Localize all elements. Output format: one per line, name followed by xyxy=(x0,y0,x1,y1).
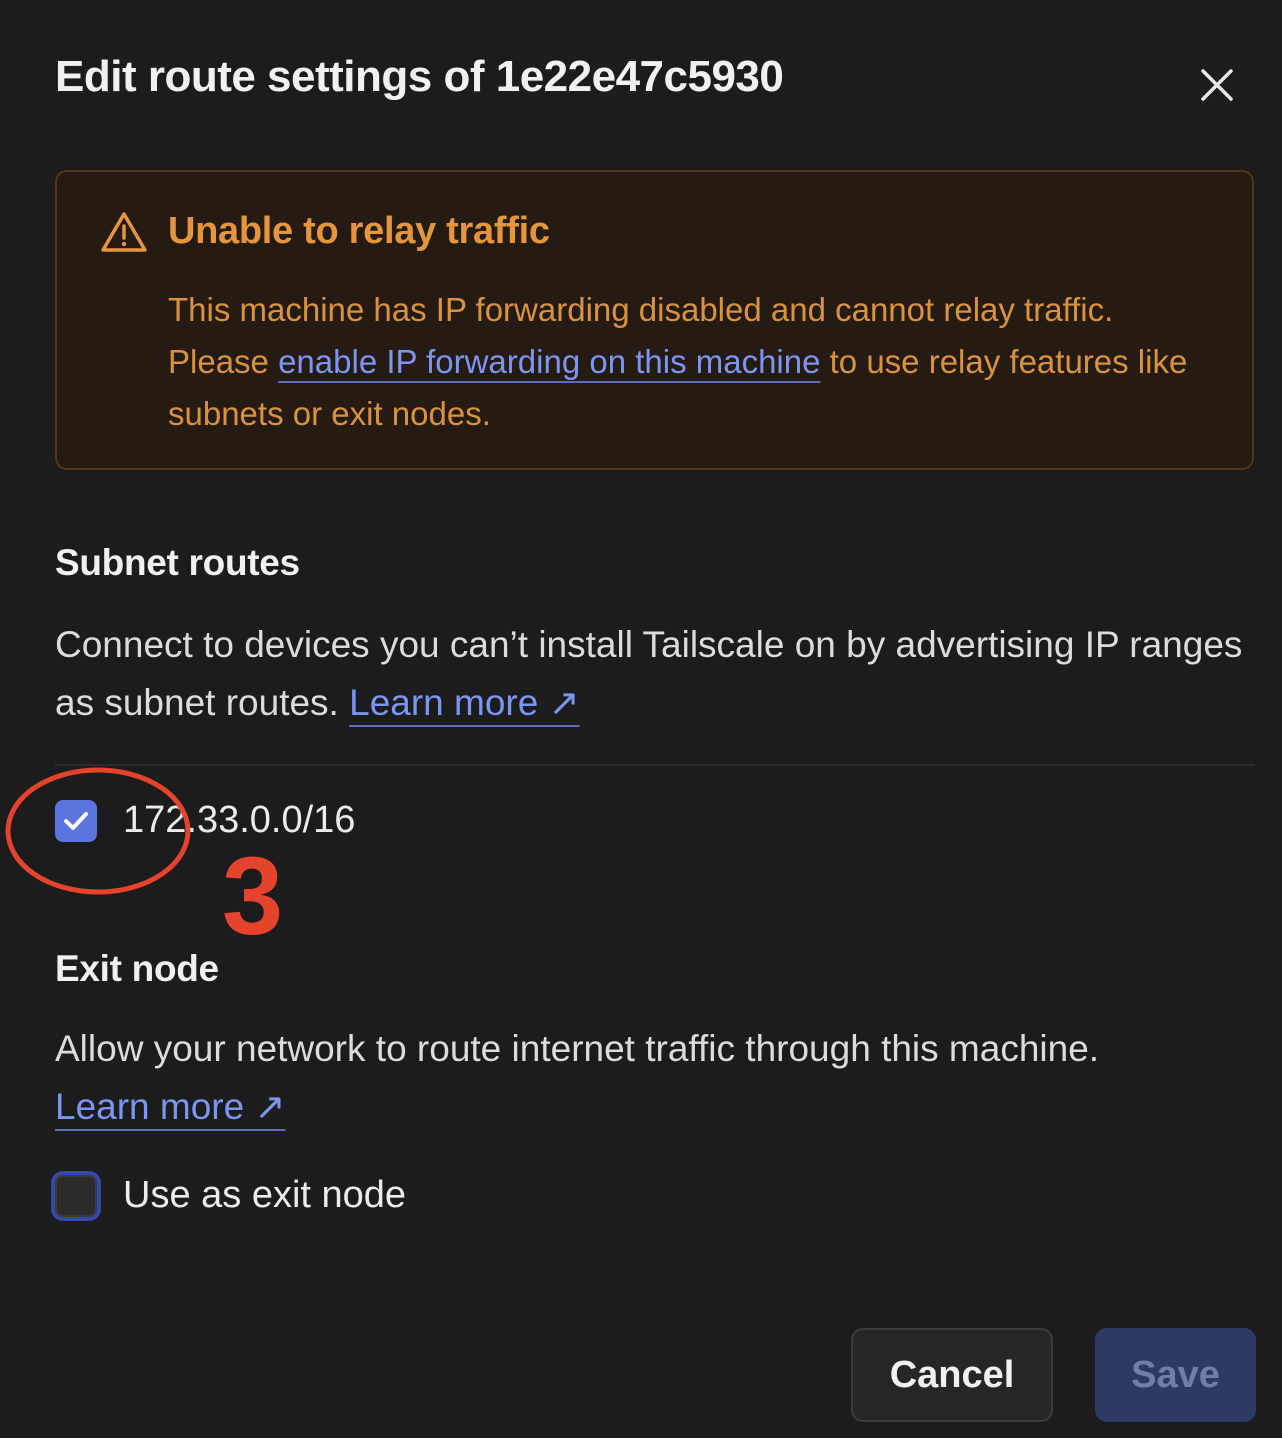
close-icon xyxy=(1201,69,1233,101)
close-button[interactable] xyxy=(1190,58,1244,112)
dialog-title: Edit route settings of 1e22e47c5930 xyxy=(55,52,784,101)
use-as-exit-node-checkbox[interactable] xyxy=(55,1174,97,1217)
subnet-route-cidr: 172.33.0.0/16 xyxy=(123,799,356,841)
subnet-routes-description-text: Connect to devices you can’t install Tai… xyxy=(55,624,1243,723)
subnet-route-row[interactable]: 172.33.0.0/16 xyxy=(55,799,355,842)
ip-forwarding-warning-alert: Unable to relay traffic This machine has… xyxy=(55,170,1254,470)
cancel-button[interactable]: Cancel xyxy=(851,1328,1053,1422)
exit-node-description-text: Allow your network to route internet tra… xyxy=(55,1028,1100,1069)
checkmark-icon xyxy=(64,811,88,830)
save-button[interactable]: Save xyxy=(1095,1328,1256,1422)
subnet-routes-description: Connect to devices you can’t install Tai… xyxy=(55,616,1245,732)
exit-node-learn-more-link[interactable]: Learn more ↗ xyxy=(55,1086,286,1127)
subnet-routes-learn-more-link[interactable]: Learn more ↗ xyxy=(349,682,580,723)
exit-node-description: Allow your network to route internet tra… xyxy=(55,1020,1245,1136)
edit-route-settings-dialog: Edit route settings of 1e22e47c5930 Unab… xyxy=(0,0,1282,1438)
alert-title: Unable to relay traffic xyxy=(168,210,550,252)
section-divider xyxy=(55,764,1255,766)
alert-body: This machine has IP forwarding disabled … xyxy=(168,284,1218,440)
enable-ip-forwarding-link[interactable]: enable IP forwarding on this machine xyxy=(278,343,820,380)
warning-triangle-icon xyxy=(101,212,147,252)
exit-node-heading: Exit node xyxy=(55,948,219,989)
annotation-step-number: 3 xyxy=(222,835,284,958)
subnet-route-checkbox[interactable] xyxy=(55,799,97,842)
exit-node-row[interactable]: Use as exit node xyxy=(55,1174,406,1217)
subnet-routes-heading: Subnet routes xyxy=(55,542,300,583)
use-as-exit-node-label: Use as exit node xyxy=(123,1174,407,1216)
